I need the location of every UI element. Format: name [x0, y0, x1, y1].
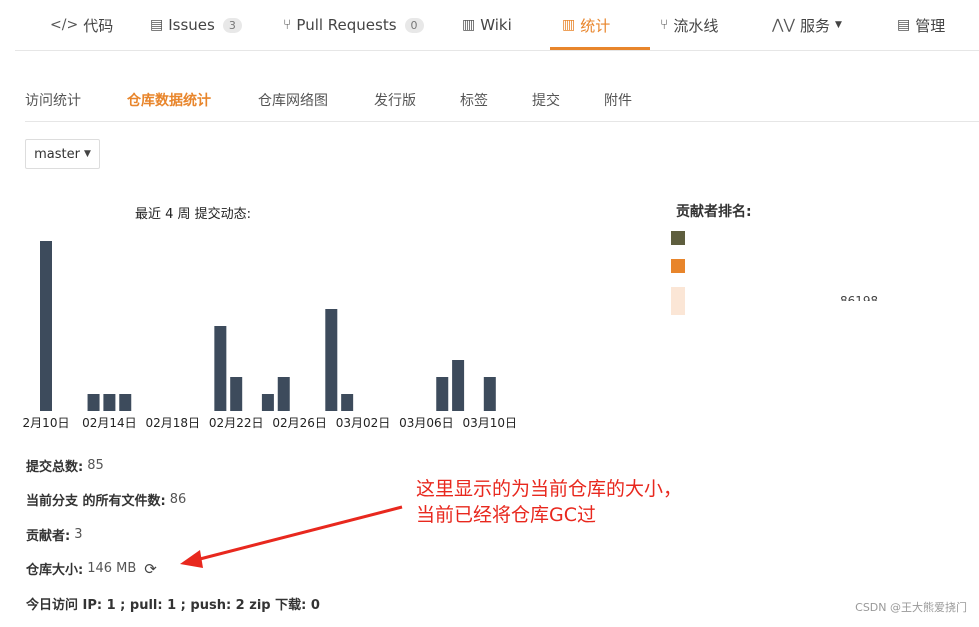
bar-chart-icon: ▥ [562, 17, 576, 33]
chart-bar [230, 377, 243, 411]
stat-label: 仓库大小: [26, 563, 84, 578]
subtab-network-graph[interactable]: 仓库网络图 [258, 90, 328, 110]
sub-nav: 访问统计 仓库数据统计 仓库网络图 发行版 标签 提交 附件 [25, 85, 979, 122]
x-tick-label: 02月18日 [146, 416, 201, 430]
x-tick-label: 02月26日 [272, 416, 327, 430]
stat-value: 3 [74, 527, 83, 542]
subtab-attachments[interactable]: 附件 [604, 90, 632, 110]
tab-label: 管理 [915, 16, 946, 35]
chart-bar [483, 377, 496, 411]
tab-pull-requests[interactable]: ⑂ Pull Requests 0 [283, 0, 424, 50]
chart-bar [40, 241, 52, 411]
stat-label: 提交总数: [26, 460, 84, 475]
stat-repo-size: 仓库大小: 146 MB ⟳ [26, 559, 157, 579]
code-icon: </> [50, 17, 79, 33]
subtab-visit-stats[interactable]: 访问统计 [25, 90, 81, 110]
contributor-color-swatch [671, 287, 685, 315]
chart-bar [436, 377, 449, 411]
stat-label: 当前分支 的所有文件数: [26, 494, 166, 509]
chart-bar [87, 394, 100, 411]
branch-select[interactable]: master ▼ [25, 139, 100, 169]
subtab-tags[interactable]: 标签 [460, 90, 488, 110]
chart-bar [325, 309, 338, 411]
contributor-count-partial: 86198 [840, 294, 879, 301]
pull-request-icon: ⑂ [283, 17, 292, 33]
annotation-line: 这里显示的为当前仓库的大小， [416, 478, 683, 500]
tab-label: Wiki [480, 16, 512, 34]
pipeline-icon: ⑂ [660, 17, 669, 33]
tab-label: 统计 [580, 16, 611, 35]
arrow-shaft [195, 505, 403, 562]
x-tick-label: 02月14日 [82, 416, 137, 430]
chevron-down-icon: ▼ [83, 149, 91, 159]
tab-services[interactable]: ⋀⋁ 服务 ▼ [772, 0, 842, 50]
x-tick-label: 03月06日 [399, 416, 454, 430]
x-tick-label: 03月02日 [336, 416, 391, 430]
tab-label: Issues [168, 16, 215, 34]
chart-bar [261, 394, 274, 411]
stat-label: 贡献者: [26, 529, 71, 544]
watermark: CSDN @王大熊爱挠门 [855, 601, 967, 614]
stat-label: 今日访问 IP: 1 ; pull: 1 ; push: 2 zip 下载: 0 [26, 598, 320, 613]
tab-label: Pull Requests [296, 16, 397, 34]
tab-code[interactable]: </> 代码 [50, 0, 113, 50]
manage-icon: ▤ [897, 17, 911, 33]
annotation-line: 当前已经将仓库GC过 [416, 504, 596, 526]
issues-icon: ▤ [150, 17, 164, 33]
stat-value: 146 MB [87, 561, 137, 576]
top-nav: </> 代码 ▤ Issues 3 ⑂ Pull Requests 0 ▥ Wi… [15, 0, 979, 51]
tab-issues[interactable]: ▤ Issues 3 [150, 0, 242, 50]
stat-commits: 提交总数: 85 [26, 456, 104, 475]
chart-bar [119, 394, 132, 411]
issues-count-badge: 3 [222, 17, 242, 33]
contributors-title: 贡献者排名: [676, 204, 752, 220]
book-icon: ▥ [462, 17, 476, 33]
stat-value: 86 [169, 492, 187, 507]
contributor-color-swatch [671, 259, 685, 273]
stat-files: 当前分支 的所有文件数: 86 [26, 490, 186, 509]
commit-activity-chart: 2月10日 02月14日 02月18日 02月22日 02月26日 03月02日 03月06… [23, 241, 518, 430]
subtab-releases[interactable]: 发行版 [374, 90, 416, 110]
tab-wiki[interactable]: ▥ Wiki [462, 0, 512, 50]
active-tab-indicator [550, 47, 650, 50]
chart-bar [452, 360, 465, 411]
stat-value: 85 [87, 458, 104, 473]
annotation-text: 这里显示的为当前仓库的大小， 当前已经将仓库GC过 [416, 476, 682, 528]
chart-bar [103, 394, 116, 411]
tab-manage[interactable]: ▤ 管理 [897, 0, 945, 50]
chart-bar [277, 377, 290, 411]
pulse-icon: ⋀⋁ [772, 17, 795, 33]
branch-label: master [34, 146, 80, 162]
tab-label: 流水线 [673, 16, 719, 35]
chart-bar [341, 394, 354, 411]
pr-count-badge: 0 [404, 17, 424, 33]
arrow-head [180, 550, 203, 568]
x-tick-label: 02月22日 [209, 416, 264, 430]
refresh-icon[interactable]: ⟳ [144, 560, 157, 578]
subtab-repo-data-stats[interactable]: 仓库数据统计 [127, 90, 211, 110]
chart-title: 最近 4 周 提交动态: [135, 207, 252, 222]
tab-statistics[interactable]: ▥ 统计 [562, 0, 610, 50]
chevron-down-icon: ▼ [834, 20, 842, 30]
x-tick-label: 03月10日 [463, 416, 518, 430]
contributor-color-swatch [671, 231, 685, 245]
chart-bar [214, 326, 227, 411]
x-tick-label: 2月10日 [23, 416, 70, 430]
tab-label: 代码 [83, 16, 114, 35]
stat-contributors: 贡献者: 3 [26, 525, 82, 544]
stat-today-visits: 今日访问 IP: 1 ; pull: 1 ; push: 2 zip 下载: 0 [26, 594, 320, 613]
tab-pipeline[interactable]: ⑂ 流水线 [660, 0, 718, 50]
tab-label: 服务 [799, 16, 830, 35]
subtab-commits[interactable]: 提交 [532, 90, 560, 110]
